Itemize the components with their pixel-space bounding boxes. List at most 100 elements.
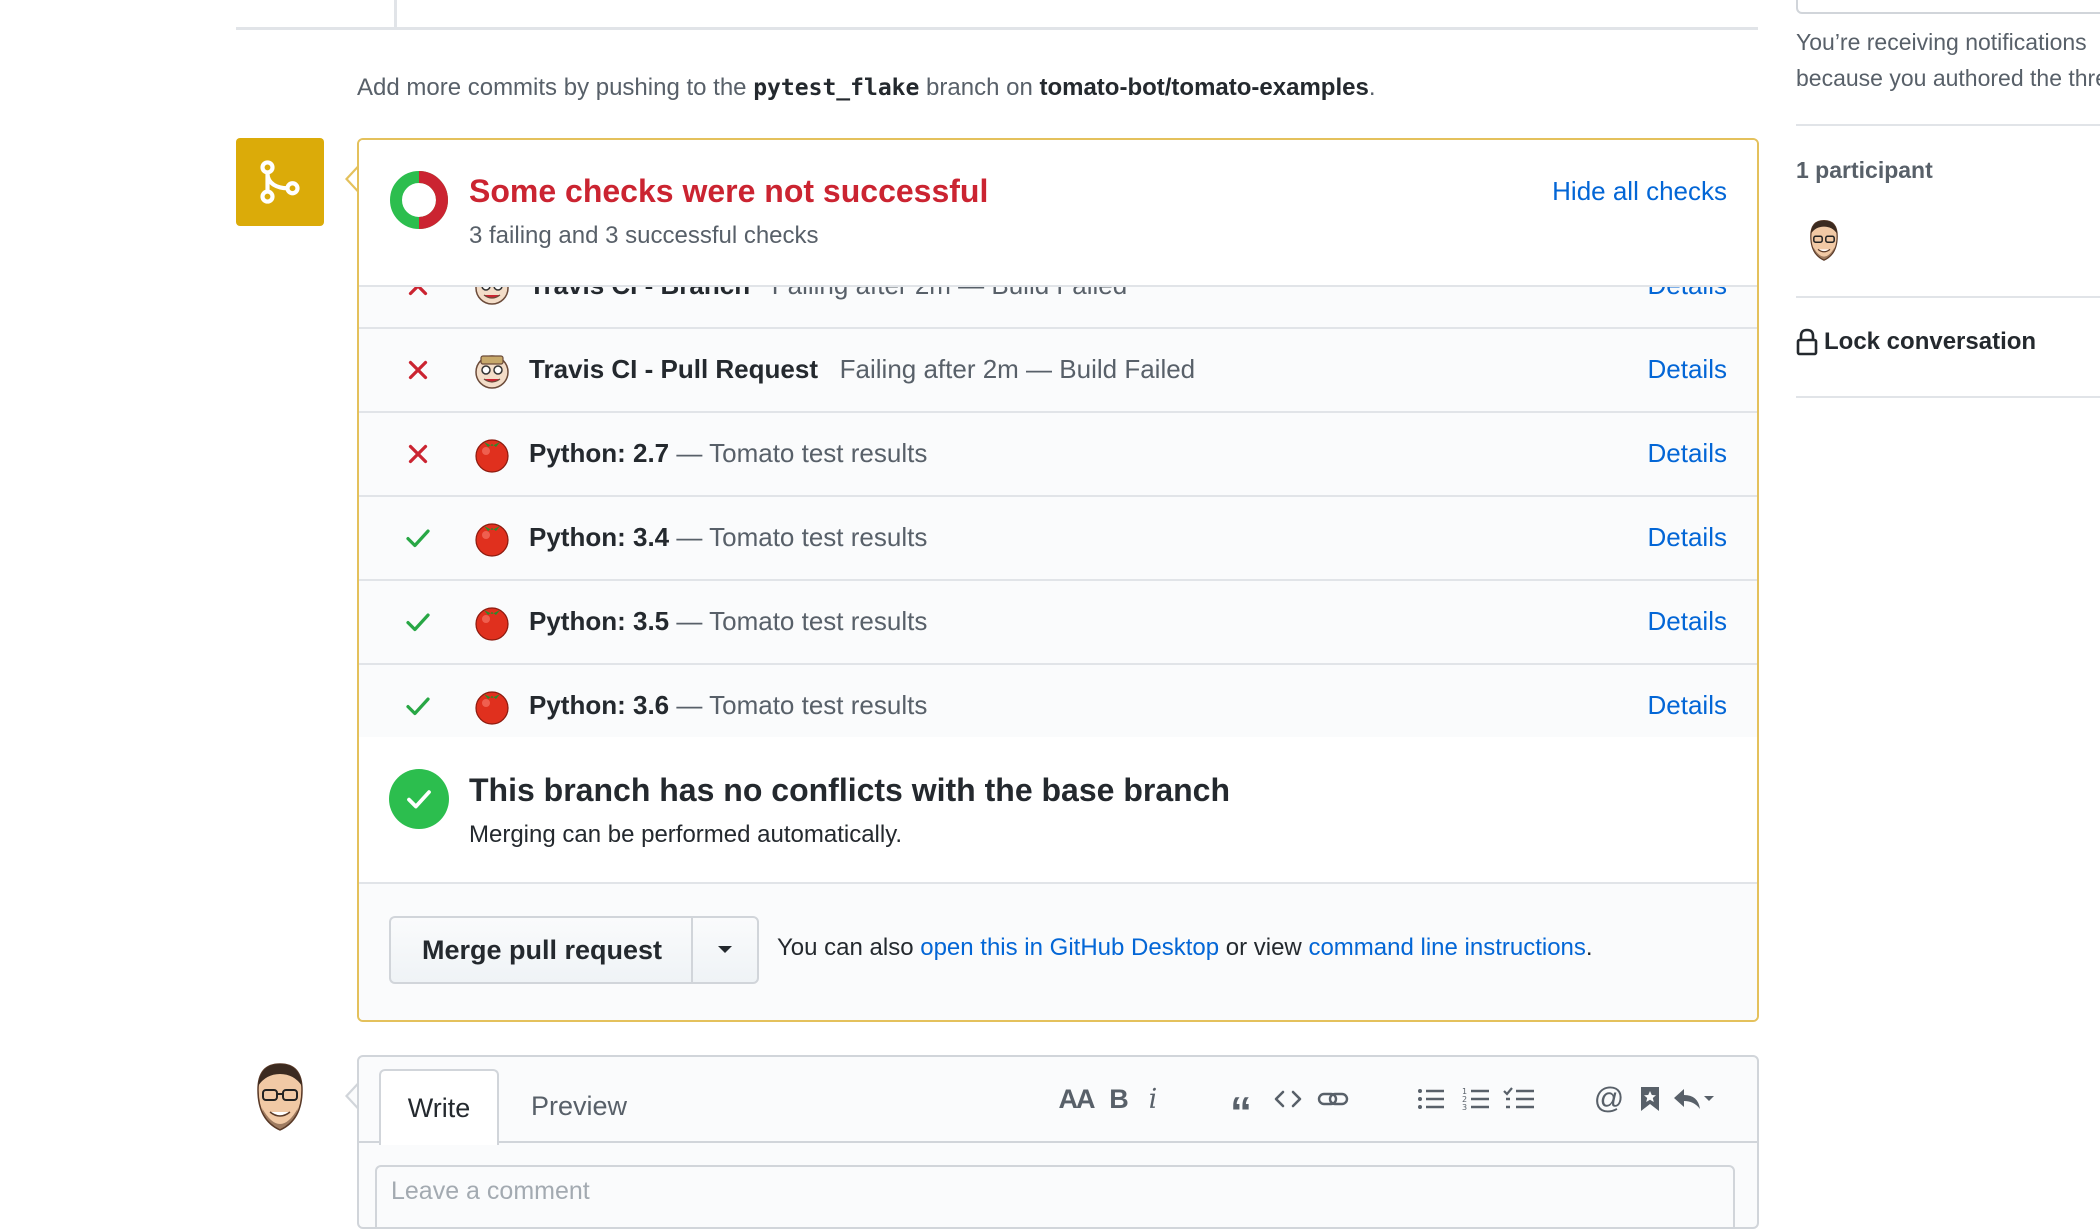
check-description: Failing after 2m — Build Failed [772, 287, 1127, 300]
merge-method-dropdown[interactable] [691, 916, 759, 984]
also-prefix: You can also [777, 934, 914, 961]
success-circle-icon [389, 769, 449, 829]
also-suffix: . [1585, 934, 1593, 961]
participant-avatar[interactable] [1806, 218, 1842, 264]
comment-form: Write Preview AA B i “ 123 @ Leave a com… [357, 1055, 1759, 1229]
quote-icon[interactable]: “ [1224, 1079, 1258, 1135]
check-details-link[interactable]: Details [1648, 438, 1727, 469]
lock-icon [1796, 328, 1818, 356]
check-name: Python: 2.7 [529, 438, 670, 468]
check-separator: — [669, 522, 710, 552]
push-note-suffix: . [1368, 74, 1376, 101]
participants-heading: 1 participant [1796, 157, 1933, 183]
tomato-icon [475, 691, 509, 725]
success-check-icon [406, 529, 430, 548]
tab-preview[interactable]: Preview [519, 1069, 639, 1143]
subscribe-button[interactable] [1796, 0, 2100, 14]
tab-write[interactable]: Write [379, 1069, 499, 1145]
numbered-list-icon[interactable]: 123 [1460, 1079, 1492, 1119]
open-in-desktop-link[interactable]: open this in GitHub Desktop [920, 934, 1219, 961]
check-name: Travis CI - Pull Request [529, 354, 818, 384]
comment-textarea[interactable]: Leave a comment [375, 1165, 1735, 1227]
merge-box: Some checks were not successful 3 failin… [357, 138, 1759, 1022]
svg-text:3: 3 [1462, 1103, 1467, 1112]
branch-name: pytest_flake [753, 75, 920, 101]
fail-x-icon [408, 287, 428, 296]
check-row-text: Python: 3.5 — Tomato test results [529, 606, 927, 637]
checks-summary: 3 failing and 3 successful checks [469, 222, 819, 249]
check-details-link[interactable]: Details [1648, 354, 1727, 385]
bold-icon[interactable]: B [1107, 1079, 1131, 1119]
check-row-text: Python: 2.7 — Tomato test results [529, 438, 927, 469]
tomato-icon [475, 523, 509, 557]
fail-x-icon [408, 360, 428, 380]
sidebar-divider [1796, 396, 2100, 398]
code-icon[interactable] [1270, 1079, 1306, 1119]
timeline-divider [236, 27, 1758, 30]
header-icon[interactable]: AA [1056, 1079, 1096, 1119]
push-note: Add more commits by pushing to the pytes… [357, 74, 1376, 102]
checks-title: Some checks were not successful [469, 173, 989, 209]
tomato-icon [475, 607, 509, 641]
check-row: Travis CI - Branch Failing after 2m — Bu… [359, 287, 1757, 329]
notification-reason: You’re receiving notifications because y… [1796, 24, 2100, 96]
merge-pull-request-button[interactable]: Merge pull request [389, 916, 693, 984]
conflicts-subtitle: Merging can be performed automatically. [469, 821, 903, 848]
travis-mascot-icon [475, 287, 509, 305]
link-icon[interactable] [1315, 1079, 1351, 1119]
check-details-link[interactable]: Details [1648, 522, 1727, 553]
check-details-link[interactable]: Details [1648, 690, 1727, 721]
check-name: Travis CI - Branch [529, 287, 750, 300]
check-row: Python: 3.5 — Tomato test results Detail… [359, 581, 1757, 665]
git-merge-icon [260, 160, 300, 204]
check-row: Python: 3.4 — Tomato test results Detail… [359, 497, 1757, 581]
success-check-icon [406, 613, 430, 632]
check-row-text: Python: 3.6 — Tomato test results [529, 690, 927, 721]
fail-x-icon [408, 444, 428, 464]
hide-all-checks-link[interactable]: Hide all checks [1552, 176, 1727, 207]
reply-icon[interactable] [1671, 1079, 1717, 1119]
mention-icon[interactable]: @ [1591, 1079, 1627, 1119]
repo-name: tomato-bot/tomato-examples [1039, 74, 1369, 101]
notification-line: You’re receiving notifications [1796, 29, 2087, 55]
check-details-link[interactable]: Details [1648, 606, 1727, 637]
push-note-middle: branch on [926, 74, 1033, 101]
caret-down-icon [718, 946, 732, 953]
check-row: Travis CI - Pull Request Failing after 2… [359, 329, 1757, 413]
check-details-link[interactable]: Details [1648, 287, 1727, 301]
sidebar-divider [1796, 124, 2100, 126]
merge-status-icon [236, 138, 324, 226]
check-row-text: Travis CI - Branch Failing after 2m — Bu… [529, 287, 1127, 301]
check-name: Python: 3.4 [529, 522, 670, 552]
lock-conversation-button[interactable]: Lock conversation [1796, 328, 2036, 356]
conflicts-section: This branch has no conflicts with the ba… [359, 737, 1757, 884]
check-row-text: Python: 3.4 — Tomato test results [529, 522, 927, 553]
merge-alternatives-text: You can also open this in GitHub Desktop… [777, 934, 1593, 962]
command-line-instructions-link[interactable]: command line instructions [1308, 934, 1585, 961]
check-icon [407, 790, 431, 809]
push-note-prefix: Add more commits by pushing to the [357, 74, 747, 101]
check-description: Tomato test results [709, 438, 928, 468]
conflicts-title: This branch has no conflicts with the ba… [469, 772, 1231, 808]
lock-conversation-label: Lock conversation [1824, 328, 2037, 355]
merge-action-bar: Merge pull request You can also open thi… [359, 884, 1757, 1020]
success-check-icon [406, 697, 430, 716]
check-separator: — [669, 690, 710, 720]
check-description: Tomato test results [709, 690, 928, 720]
checks-donut-icon [390, 171, 448, 229]
also-middle: or view [1225, 934, 1302, 961]
check-description: Tomato test results [709, 606, 928, 636]
check-separator: — [669, 606, 710, 636]
check-name: Python: 3.6 [529, 690, 670, 720]
check-description: Tomato test results [709, 522, 928, 552]
italic-icon[interactable]: i [1141, 1079, 1165, 1119]
tomato-icon [475, 439, 509, 473]
checks-header: Some checks were not successful 3 failin… [359, 140, 1757, 287]
task-list-icon[interactable] [1501, 1079, 1537, 1119]
saved-reply-icon[interactable] [1635, 1079, 1665, 1119]
check-name: Python: 3.5 [529, 606, 670, 636]
timeline-line [394, 0, 397, 27]
check-row: Python: 2.7 — Tomato test results Detail… [359, 413, 1757, 497]
bulleted-list-icon[interactable] [1415, 1079, 1447, 1119]
avatar [257, 1063, 303, 1131]
